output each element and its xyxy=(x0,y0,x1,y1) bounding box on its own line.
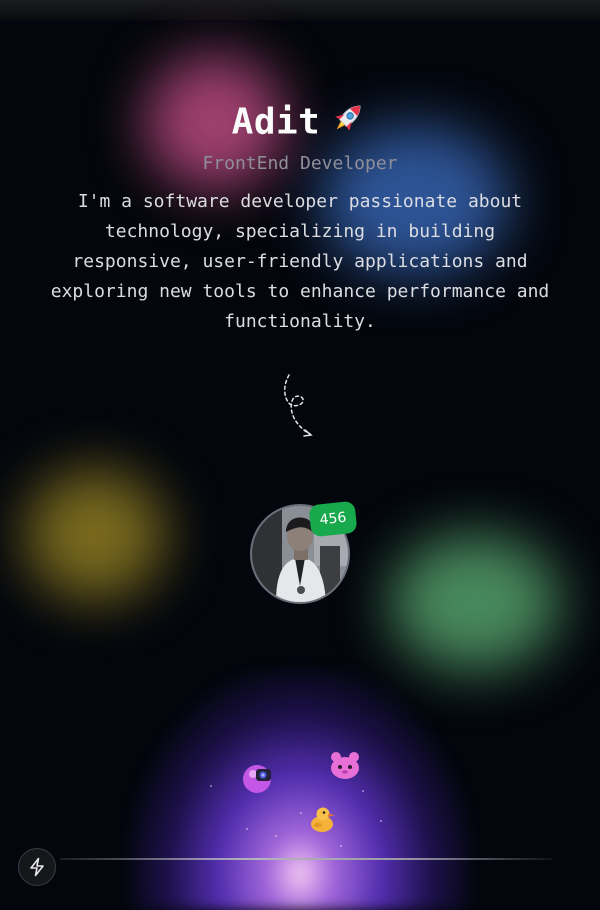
sparkle-dot xyxy=(246,828,248,830)
lightning-bolt-icon xyxy=(30,857,44,877)
top-bar xyxy=(0,0,600,20)
yellow-glow-blob xyxy=(25,470,165,600)
sparkle-dot xyxy=(380,820,382,822)
profile-role: FrontEnd Developer xyxy=(202,153,398,174)
sparkle-dot xyxy=(300,812,302,814)
green-glow-blob xyxy=(390,535,560,670)
duck-sticker[interactable] xyxy=(308,804,336,834)
sparkle-dot xyxy=(275,835,277,837)
purple-bottom-glow xyxy=(130,670,470,910)
scribble-arrow-icon xyxy=(284,374,313,437)
sparkle-dot xyxy=(340,845,342,847)
pink-character-sticker[interactable] xyxy=(328,750,362,782)
camera-character-sticker[interactable] xyxy=(240,760,276,796)
profile-bio: I'm a software developer passionate abou… xyxy=(50,191,550,332)
sparkle-dot xyxy=(210,785,212,787)
hero-section: Adit FrontEnd Developer I'm a software d… xyxy=(0,98,600,337)
rocket-icon xyxy=(328,98,368,149)
lightning-bolt-button[interactable] xyxy=(18,848,56,886)
bottom-divider xyxy=(60,858,552,860)
profile-name: Adit xyxy=(231,101,321,143)
sparkle-dot xyxy=(362,790,364,792)
avatar-count-badge: 456 xyxy=(308,500,358,538)
name-heading: Adit xyxy=(0,98,600,149)
